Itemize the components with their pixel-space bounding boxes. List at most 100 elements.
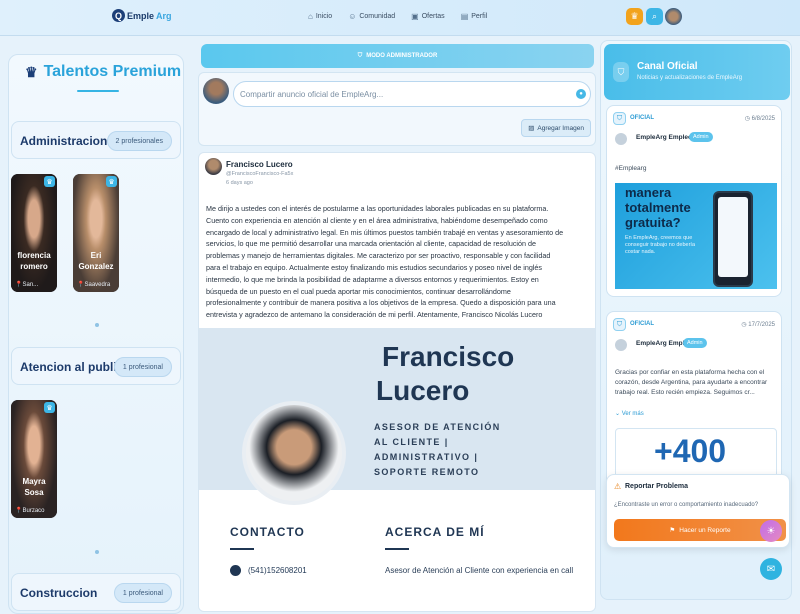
- profile-card-mayra[interactable]: ♛ Mayra Sosa 📍Burzaco: [11, 400, 57, 518]
- report-title: Reportar Problema: [625, 483, 689, 490]
- official-post-card[interactable]: ⛉ OFICIAL ◷ 17/7/2025 EmpleArg Empleos A…: [606, 311, 782, 501]
- post-author-name[interactable]: Francisco Lucero: [226, 160, 293, 169]
- profile-name: Mayra Sosa: [22, 477, 46, 497]
- chat-icon: ✉: [766, 563, 776, 575]
- image-icon: ▨: [528, 125, 535, 132]
- post-date: ◷ 17/7/2025: [741, 322, 775, 328]
- chat-button[interactable]: ✉: [760, 558, 782, 580]
- post-body: Me dirijo a ustedes con el interés de po…: [206, 204, 564, 320]
- profile-location: 📍Saavedra: [77, 282, 111, 288]
- search-icon: ⌕: [651, 11, 658, 21]
- stats-number: +400: [654, 433, 727, 469]
- cv-about-column: [365, 490, 595, 611]
- profile-photo: [11, 174, 57, 292]
- document-icon: ▤: [460, 12, 469, 21]
- panel-title: ♛ Talentos Premium: [25, 63, 181, 81]
- post-cv-image[interactable]: Francisco Lucero ASESOR DE ATENCIÓN AL C…: [199, 328, 595, 611]
- composer-input[interactable]: Compartir anuncio oficial de EmpleArg...…: [233, 81, 591, 107]
- flag-icon: ⚑: [669, 527, 676, 534]
- warning-icon: ⚠: [614, 482, 622, 491]
- feed-post: Francisco Lucero @FranciscoFrancisco-Fa5…: [198, 152, 596, 612]
- crown-icon: ♛: [25, 63, 38, 80]
- post-text: Gracias por confiar en esta plataforma h…: [615, 369, 768, 396]
- carousel-dot[interactable]: [95, 550, 99, 554]
- ad-text: En EmpleArg, creemos que conseguir traba…: [625, 235, 696, 255]
- admin-banner-text: MODO ADMINISTRADOR: [366, 53, 438, 59]
- add-image-button[interactable]: ▨ Agregar Imagen: [521, 119, 591, 137]
- crown-icon: ♛: [44, 402, 55, 413]
- app-logo[interactable]: Q Emple Arg: [112, 9, 172, 22]
- title-underline: [77, 90, 119, 92]
- shield-icon: ⛉: [613, 112, 626, 125]
- profile-location: 📍San...: [15, 282, 39, 288]
- search-button[interactable]: ⌕: [646, 8, 663, 25]
- cv-phone: (541)152608201: [248, 566, 307, 575]
- send-icon[interactable]: ●: [576, 89, 586, 99]
- lightbulb-button[interactable]: ☀: [760, 520, 782, 542]
- nav-ofertas[interactable]: ▣ Ofertas: [411, 12, 445, 21]
- crown-icon: ♛: [44, 176, 55, 187]
- profile-photo: [11, 400, 57, 518]
- briefcase-icon: ▣: [411, 12, 419, 21]
- category-administracion[interactable]: Administracion 2 profesionales: [11, 121, 181, 159]
- official-label: OFICIAL: [630, 321, 654, 327]
- profile-photo: [73, 174, 119, 292]
- divider: [230, 548, 254, 550]
- category-count: 1 profesional: [113, 357, 172, 377]
- top-navbar: Q Emple Arg ⌂ Inicio ☺ Comunidad ▣ Ofertas ▤…: [0, 0, 800, 36]
- profile-card-florencia[interactable]: ♛ florencia romero 📍San...: [11, 174, 57, 292]
- user-avatar[interactable]: [665, 8, 682, 25]
- cv-about-text: Asesor de Atención al Cliente con experi…: [385, 566, 574, 575]
- main-nav: ⌂ Inicio ☺ Comunidad ▣ Ofertas ▤ Perfil: [308, 12, 487, 21]
- cv-contact-title: CONTACTO: [230, 525, 305, 539]
- panel-title-text: Talentos Premium: [43, 63, 182, 80]
- cv-photo: [242, 401, 346, 505]
- clock-icon: ◷: [744, 116, 750, 122]
- logo-search-icon: Q: [112, 9, 125, 22]
- category-name: Construccion: [20, 586, 98, 600]
- official-label: OFICIAL: [630, 115, 654, 121]
- admin-badge: Admin: [689, 132, 713, 142]
- report-question: ¿Encontraste un error o comportamiento i…: [614, 502, 759, 508]
- post-author-avatar[interactable]: [205, 158, 222, 175]
- composer-placeholder: Compartir anuncio oficial de EmpleArg...: [240, 89, 384, 99]
- premium-talents-panel: ♛ Talentos Premium Administracion 2 profe…: [8, 54, 184, 614]
- cv-about-title: ACERCA DE MÍ: [385, 525, 485, 539]
- channel-subtitle: Noticias y actualizaciones de EmpleArg: [637, 75, 743, 81]
- cv-role: ASESOR DE ATENCIÓN AL CLIENTE | ADMINIST…: [374, 422, 501, 477]
- channel-title: Canal Oficial: [637, 61, 698, 72]
- crown-icon: ♛: [630, 11, 639, 21]
- composer-avatar: [203, 78, 229, 104]
- post-timestamp: 6 days ago: [226, 180, 253, 186]
- category-count: 1 profesional: [113, 583, 172, 603]
- cv-last-name: Lucero: [376, 375, 470, 406]
- category-atencion-al-publico[interactable]: Atencion al publico 1 profesional: [11, 347, 181, 385]
- clock-icon: ◷: [741, 322, 747, 328]
- phone-icon: [230, 565, 241, 576]
- carousel-dot[interactable]: [95, 323, 99, 327]
- logo-text: Emple: [127, 10, 155, 21]
- profile-card-eri[interactable]: ♛ Eri Gonzalez 📍Saavedra: [73, 174, 119, 292]
- post-username: @FranciscoFrancisco-Fa5x: [226, 171, 294, 177]
- nav-perfil[interactable]: ▤ Perfil: [461, 12, 488, 21]
- lightbulb-icon: ☀: [766, 525, 776, 537]
- phone-mockup: [713, 191, 753, 287]
- author-avatar: [615, 133, 627, 145]
- shield-icon: ⛉: [613, 62, 629, 82]
- main-feed: ⛉ MODO ADMINISTRADOR Compartir anuncio of…: [198, 40, 596, 612]
- add-image-label: Agregar Imagen: [537, 124, 584, 132]
- see-more-link[interactable]: ⌄ Ver más: [615, 410, 644, 417]
- nav-inicio[interactable]: ⌂ Inicio: [308, 12, 332, 21]
- official-post-card[interactable]: ⛉ OFICIAL ◷ 6/8/2025 EmpleArg Empleos Ad…: [606, 105, 782, 297]
- post-hashtag[interactable]: #Emplearg: [615, 165, 646, 172]
- category-construccion[interactable]: Construccion 1 profesional: [11, 573, 181, 611]
- shield-icon: ⛉: [357, 52, 363, 59]
- cv-first-name: Francisco: [382, 341, 515, 372]
- post-composer: Compartir anuncio oficial de EmpleArg...…: [198, 72, 596, 146]
- home-icon: ⌂: [308, 12, 313, 21]
- author-name: EmpleArg Empleos: [636, 134, 696, 141]
- crown-button[interactable]: ♛: [626, 8, 643, 25]
- nav-comunidad[interactable]: ☺ Comunidad: [348, 12, 395, 21]
- people-icon: ☺: [348, 12, 357, 21]
- report-button-label: Hacer un Reporte: [679, 526, 731, 534]
